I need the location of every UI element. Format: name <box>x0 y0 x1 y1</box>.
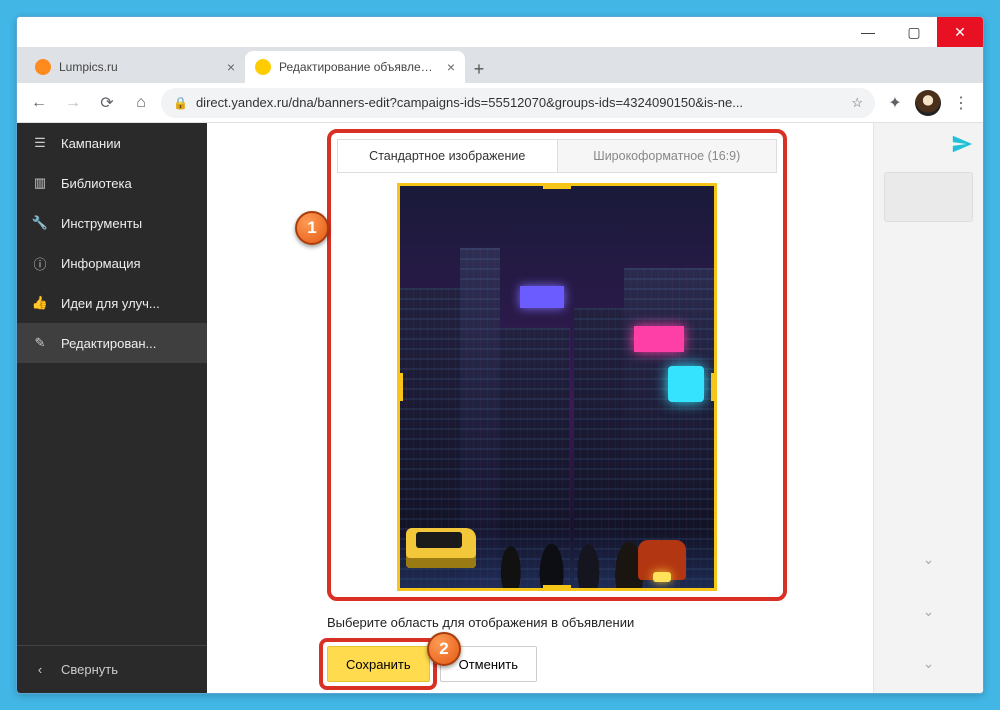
sidebar-item-label: Информация <box>61 256 141 271</box>
bookmark-star-icon[interactable]: ☆ <box>851 95 863 111</box>
sidebar-item-campaigns[interactable]: ☰ Кампании <box>17 123 207 163</box>
books-icon: ▥ <box>31 175 49 191</box>
chevron-down-icon[interactable]: ⌄ <box>884 643 973 683</box>
annotation-badge-2: 2 <box>427 632 461 666</box>
browser-window: — ▢ ✕ Lumpics.ru × Редактирование объявл… <box>16 16 984 694</box>
image-tab-wide[interactable]: Широкоформатное (16:9) <box>557 139 778 173</box>
extensions-button[interactable]: ✦ <box>881 89 909 117</box>
url-input[interactable]: 🔒 direct.yandex.ru/dna/banners-edit?camp… <box>161 88 875 118</box>
browser-menu-button[interactable]: ⋮ <box>947 89 975 117</box>
nav-reload-button[interactable]: ⟳ <box>93 89 121 117</box>
new-tab-button[interactable]: + <box>465 55 493 83</box>
sidebar-item-library[interactable]: ▥ Библиотека <box>17 163 207 203</box>
tab-title: Редактирование объявлений <box>279 60 439 74</box>
browser-tab-direct[interactable]: Редактирование объявлений × <box>245 51 465 83</box>
page-content: ☰ Кампании ▥ Библиотека 🔧 Инструменты ⓘ … <box>17 123 983 693</box>
annotation-badge-1: 1 <box>295 211 329 245</box>
sidebar-item-tools[interactable]: 🔧 Инструменты <box>17 203 207 243</box>
rail-card[interactable] <box>884 172 973 222</box>
action-button-row: 2 Сохранить Отменить <box>327 646 873 682</box>
window-minimize-button[interactable]: — <box>845 17 891 47</box>
image-format-tabs: Стандартное изображение Широкоформатное … <box>337 139 777 173</box>
tab-title: Lumpics.ru <box>59 60 219 74</box>
crop-handle-bottom[interactable] <box>543 585 571 591</box>
pencil-icon: ✎ <box>31 335 49 351</box>
image-tab-standard[interactable]: Стандартное изображение <box>337 139 557 173</box>
nav-back-button[interactable]: ← <box>25 89 53 117</box>
send-icon[interactable] <box>951 133 973 160</box>
lock-icon: 🔒 <box>173 96 188 110</box>
save-button[interactable]: Сохранить <box>327 646 430 682</box>
sidebar-item-label: Библиотека <box>61 176 132 191</box>
chevron-down-icon[interactable]: ⌄ <box>884 539 973 579</box>
window-close-button[interactable]: ✕ <box>937 17 983 47</box>
favicon-icon <box>35 59 51 75</box>
sidebar-collapse-button[interactable]: ‹ Свернуть <box>17 645 207 693</box>
favicon-icon <box>255 59 271 75</box>
ad-image-preview <box>400 186 714 588</box>
sidebar-item-label: Кампании <box>61 136 121 151</box>
sidebar-collapse-label: Свернуть <box>61 662 118 677</box>
wrench-icon: 🔧 <box>31 215 49 231</box>
browser-tab-lumpics[interactable]: Lumpics.ru × <box>25 51 245 83</box>
address-bar: ← → ⟳ ⌂ 🔒 direct.yandex.ru/dna/banners-e… <box>17 83 983 123</box>
thumb-up-icon: 👍 <box>31 295 49 311</box>
url-text: direct.yandex.ru/dna/banners-edit?campai… <box>196 95 843 110</box>
info-icon: ⓘ <box>31 254 49 273</box>
sidebar-item-label: Редактирован... <box>61 336 156 351</box>
main-panel: 1 Стандартное изображение Широкоформатно… <box>207 123 873 693</box>
sidebar-item-label: Инструменты <box>61 216 142 231</box>
profile-avatar[interactable] <box>915 90 941 116</box>
crop-handle-top[interactable] <box>543 183 571 189</box>
image-crop-hint: Выберите область для отображения в объяв… <box>327 615 873 630</box>
window-titlebar: — ▢ ✕ <box>17 17 983 47</box>
menu-icon: ☰ <box>31 135 49 151</box>
sidebar-item-info[interactable]: ⓘ Информация <box>17 243 207 283</box>
window-maximize-button[interactable]: ▢ <box>891 17 937 47</box>
nav-forward-button[interactable]: → <box>59 89 87 117</box>
chevron-left-icon: ‹ <box>31 662 49 677</box>
sidebar-item-label: Идеи для улуч... <box>61 296 160 311</box>
right-nav-rail: ⌄ ⌄ ⌄ <box>873 123 983 693</box>
tab-close-icon[interactable]: × <box>447 59 455 75</box>
chevron-down-icon[interactable]: ⌄ <box>884 591 973 631</box>
nav-home-button[interactable]: ⌂ <box>127 89 155 117</box>
crop-handle-right[interactable] <box>711 373 717 401</box>
sidebar-item-edit[interactable]: ✎ Редактирован... <box>17 323 207 363</box>
tab-close-icon[interactable]: × <box>227 59 235 75</box>
sidebar-item-ideas[interactable]: 👍 Идеи для улуч... <box>17 283 207 323</box>
annotation-box-1: 1 Стандартное изображение Широкоформатно… <box>327 129 787 601</box>
crop-handle-left[interactable] <box>397 373 403 401</box>
image-crop-area[interactable] <box>397 183 717 591</box>
tab-strip: Lumpics.ru × Редактирование объявлений ×… <box>17 47 983 83</box>
app-sidebar: ☰ Кампании ▥ Библиотека 🔧 Инструменты ⓘ … <box>17 123 207 693</box>
